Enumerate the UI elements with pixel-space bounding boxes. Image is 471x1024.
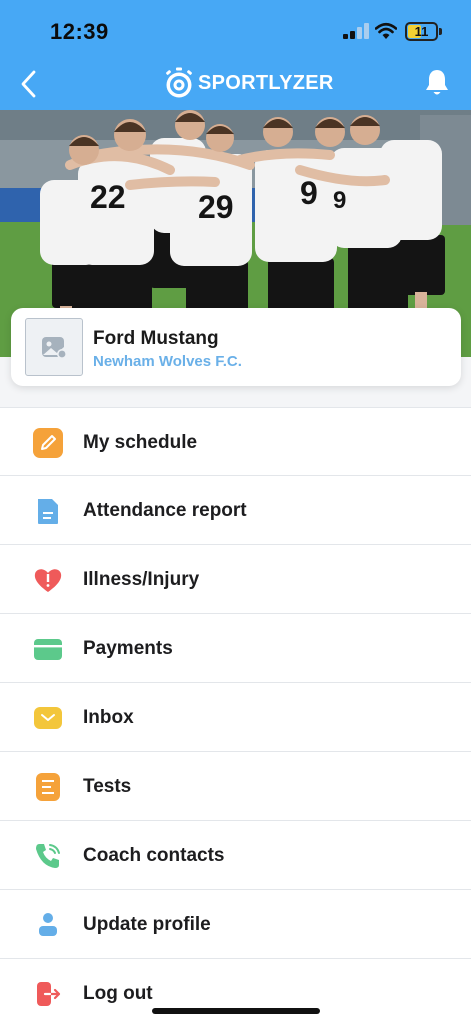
menu-item-attendance-report[interactable]: Attendance report xyxy=(0,476,471,545)
menu-item-illness-injury[interactable]: Illness/Injury xyxy=(0,545,471,614)
svg-text:29: 29 xyxy=(198,189,234,225)
stopwatch-logo-icon xyxy=(166,67,192,98)
notifications-bell-button[interactable] xyxy=(423,68,451,98)
menu-item-tests[interactable]: Tests xyxy=(0,752,471,821)
profile-name: Ford Mustang xyxy=(93,328,219,349)
menu-item-update-profile[interactable]: Update profile xyxy=(0,890,471,959)
menu-label: Log out xyxy=(83,983,153,1004)
wifi-icon xyxy=(375,22,397,39)
menu-label: Attendance report xyxy=(83,500,247,521)
battery-level: 11 xyxy=(414,24,429,39)
status-time: 12:39 xyxy=(50,19,109,44)
menu-item-coach-contacts[interactable]: Coach contacts xyxy=(0,821,471,890)
logo-text: SPORTLYZER xyxy=(198,71,334,94)
battery-nub xyxy=(439,28,442,35)
back-button[interactable] xyxy=(14,67,44,101)
svg-text:9: 9 xyxy=(300,175,318,211)
app-screen: 12:39 11 SPORTLYZER 22 29 9 9 Ford Musta… xyxy=(0,0,471,1024)
heart-alert-icon xyxy=(33,565,63,595)
app-header: 12:39 11 SPORTLYZER xyxy=(0,0,471,110)
image-placeholder-icon xyxy=(42,337,67,359)
profile-team: Newham Wolves F.C. xyxy=(93,353,242,370)
profile-card[interactable]: Ford Mustang Newham Wolves F.C. xyxy=(11,308,461,386)
svg-text:22: 22 xyxy=(90,179,126,215)
menu-label: Illness/Injury xyxy=(83,569,200,590)
sportlyzer-logo: SPORTLYZER xyxy=(163,66,334,100)
list-icon xyxy=(33,772,63,802)
menu-item-my-schedule[interactable]: My schedule xyxy=(0,407,471,476)
main-menu: My schedule Attendance report Illness/In… xyxy=(0,407,471,1024)
menu-item-payments[interactable]: Payments xyxy=(0,614,471,683)
phone-icon xyxy=(33,841,63,871)
avatar xyxy=(25,318,83,376)
menu-label: Coach contacts xyxy=(83,845,225,866)
menu-label: Tests xyxy=(83,776,132,797)
document-icon xyxy=(33,496,63,526)
menu-label: Payments xyxy=(83,638,173,659)
envelope-icon xyxy=(33,703,63,733)
cellular-signal-icon xyxy=(343,23,369,39)
logout-icon xyxy=(33,979,63,1009)
menu-item-inbox[interactable]: Inbox xyxy=(0,683,471,752)
user-icon xyxy=(33,910,63,940)
menu-label: Inbox xyxy=(83,707,134,728)
svg-text:9: 9 xyxy=(333,187,346,214)
card-icon xyxy=(33,634,63,664)
pencil-icon xyxy=(33,428,63,458)
home-indicator[interactable] xyxy=(152,1008,320,1014)
menu-label: Update profile xyxy=(83,914,211,935)
battery-icon: 11 xyxy=(405,22,438,41)
menu-item-log-out[interactable]: Log out xyxy=(0,959,471,1024)
menu-label: My schedule xyxy=(83,432,198,453)
